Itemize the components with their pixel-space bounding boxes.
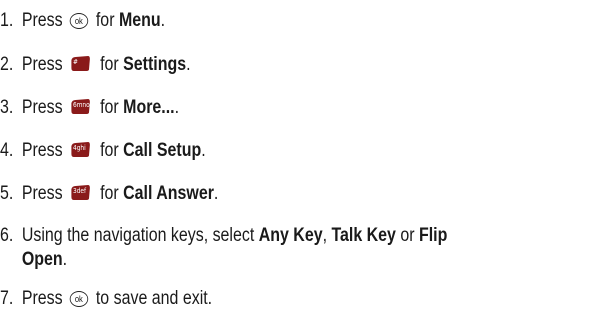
step-number: 3.: [0, 97, 14, 118]
step-number: 5.: [0, 183, 14, 204]
ok-key-icon: ok: [69, 291, 89, 307]
talk-key-option: Talk Key: [331, 225, 396, 246]
three-key-icon: 3def: [70, 185, 90, 201]
step-text: for: [100, 54, 119, 75]
step-text: Using the navigation keys, select: [21, 225, 255, 246]
step-text: for: [100, 97, 119, 118]
step-5: 5. Press 3def for Call Answer.: [0, 183, 219, 204]
ok-key-icon: ok: [69, 13, 89, 29]
step-number: 7.: [0, 288, 14, 309]
step-6: 6. Using the navigation keys, select Any …: [0, 225, 448, 270]
step-text: Press: [21, 10, 63, 31]
step-2: 2. Press # for Settings.: [0, 54, 191, 75]
step-number: 1.: [0, 10, 14, 31]
more-label: More...: [123, 97, 175, 118]
step-text: to save and exit.: [95, 288, 213, 309]
step-text: Press: [21, 97, 63, 118]
flip-open-option: Flip: [419, 225, 448, 246]
any-key-option: Any Key: [258, 225, 323, 246]
step-1: 1. Press ok for Menu.: [0, 10, 166, 31]
step-3: 3. Press 6mno for More....: [0, 97, 180, 118]
settings-label: Settings: [123, 54, 187, 75]
step-number: 2.: [0, 54, 14, 75]
call-setup-label: Call Setup: [123, 140, 202, 161]
step-text: for: [100, 183, 119, 204]
pound-key-icon: #: [70, 56, 90, 72]
four-key-icon: 4ghi: [70, 142, 90, 158]
step-number: 6.: [0, 225, 14, 246]
step-text: for: [100, 140, 119, 161]
step-text: Press: [21, 140, 63, 161]
step-text: Press: [21, 288, 63, 309]
step-text: Press: [21, 183, 63, 204]
menu-label: Menu: [118, 10, 161, 31]
step-4: 4. Press 4ghi for Call Setup.: [0, 140, 206, 161]
six-key-icon: 6mno: [70, 99, 90, 115]
step-number: 4.: [0, 140, 14, 161]
flip-open-option-cont: Open: [21, 249, 63, 270]
step-text: Press: [21, 54, 63, 75]
step-text: for: [95, 10, 115, 31]
step-7: 7. Press ok to save and exit.: [0, 287, 212, 311]
call-answer-label: Call Answer: [123, 183, 214, 204]
